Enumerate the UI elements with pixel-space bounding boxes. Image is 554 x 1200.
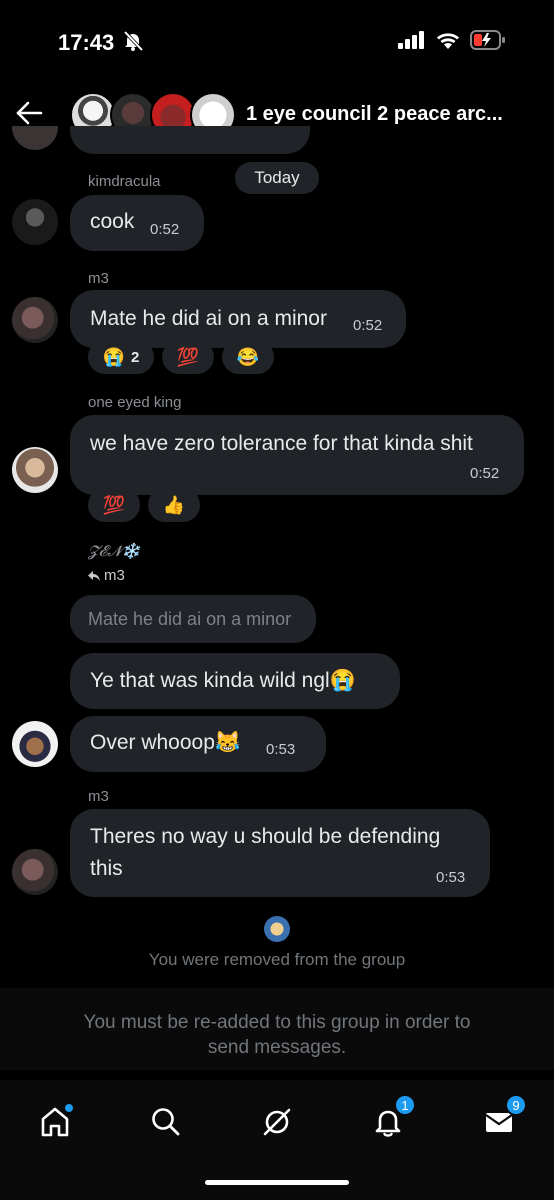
- message-text: we have zero tolerance for that kinda sh…: [90, 432, 473, 455]
- compose-disabled-note: You must be re-added to this group in or…: [40, 1010, 514, 1060]
- user-avatar[interactable]: [12, 447, 58, 493]
- reaction-emoji: 👍: [162, 494, 186, 515]
- wifi-icon: [437, 33, 459, 49]
- message-text: Ye that was kinda wild ngl😭: [90, 669, 356, 692]
- bell-off-icon: [123, 30, 144, 52]
- message-time: 0:52: [470, 465, 500, 482]
- message-text-line1: Theres no way u should be defending: [90, 825, 441, 848]
- home-unread-dot: [65, 1104, 73, 1112]
- message-bubble[interactable]: we have zero tolerance for that kinda sh…: [70, 415, 524, 495]
- tab-notifications[interactable]: 1: [366, 1094, 416, 1144]
- reply-to-name: m3: [104, 567, 125, 584]
- user-avatar[interactable]: [12, 721, 58, 767]
- system-message: You were removed from the group: [148, 950, 406, 969]
- search-icon: [152, 1108, 180, 1136]
- message-text-line2: this: [90, 857, 123, 880]
- message-text: Mate he did ai on a minor: [90, 307, 327, 330]
- sender-name: m3: [88, 270, 109, 287]
- battery-charging-icon: [470, 30, 505, 50]
- message-bubble[interactable]: cook 0:52: [70, 195, 204, 251]
- reply-arrow-icon: [88, 570, 100, 581]
- grok-icon: [263, 1108, 291, 1136]
- home-indicator: [205, 1180, 349, 1185]
- compose-note-line1: You must be re-added to this group in or…: [83, 1012, 471, 1033]
- reaction-100[interactable]: 💯: [162, 340, 214, 374]
- user-avatar[interactable]: [12, 297, 58, 343]
- tab-home[interactable]: [33, 1100, 77, 1144]
- system-avatar: [264, 916, 290, 942]
- reaction-laughing[interactable]: 😂: [222, 340, 274, 374]
- sender-name: 𝓩𝓔𝓝❄️: [88, 543, 141, 560]
- message-text: Over whooop😹: [90, 731, 242, 754]
- message-time: 0:52: [353, 317, 383, 334]
- reaction-100[interactable]: 💯: [88, 488, 140, 522]
- message-bubble[interactable]: Over whooop😹 0:53: [70, 716, 326, 772]
- user-avatar: [12, 126, 58, 150]
- status-time: 17:43: [58, 30, 115, 55]
- reaction-emoji: 💯: [176, 346, 200, 367]
- compose-note-line2: send messages.: [207, 1037, 347, 1058]
- sender-name: kimdracula: [88, 173, 161, 190]
- message-time: 0:53: [436, 869, 466, 886]
- tab-messages[interactable]: 9: [477, 1094, 527, 1144]
- reaction-thumbs-up[interactable]: 👍: [148, 488, 200, 522]
- reaction-crying[interactable]: 😭 2: [88, 340, 154, 374]
- date-divider: Today: [235, 162, 319, 194]
- message-text: cook: [90, 210, 135, 233]
- reaction-emoji: 😭: [102, 346, 126, 367]
- message-bubble[interactable]: Theres no way u should be defending this…: [70, 809, 490, 897]
- status-bar: 17:43: [0, 0, 554, 88]
- quoted-message[interactable]: Mate he did ai on a minor: [70, 595, 316, 643]
- sender-name: m3: [88, 788, 109, 805]
- reply-indicator: m3: [88, 567, 125, 584]
- reaction-count: 2: [131, 348, 140, 366]
- messages-badge: 9: [505, 1094, 527, 1116]
- reaction-emoji: 😂: [236, 346, 260, 367]
- message-time: 0:53: [266, 741, 296, 758]
- group-title[interactable]: 1 eye council 2 peace arc...: [246, 103, 503, 126]
- reaction-emoji: 💯: [102, 494, 126, 515]
- tab-grok[interactable]: [255, 1100, 299, 1144]
- back-arrow-icon[interactable]: [14, 98, 44, 128]
- user-avatar[interactable]: [12, 849, 58, 895]
- tab-search[interactable]: [144, 1100, 188, 1144]
- user-avatar[interactable]: [12, 199, 58, 245]
- notifications-badge: 1: [394, 1094, 416, 1116]
- message-bubble-partial: [70, 126, 310, 154]
- quoted-text: Mate he did ai on a minor: [88, 609, 292, 629]
- sender-name: one eyed king: [88, 394, 182, 411]
- cellular-signal-icon: [398, 31, 424, 49]
- message-time: 0:52: [150, 221, 180, 238]
- message-bubble[interactable]: Ye that was kinda wild ngl😭: [70, 653, 400, 709]
